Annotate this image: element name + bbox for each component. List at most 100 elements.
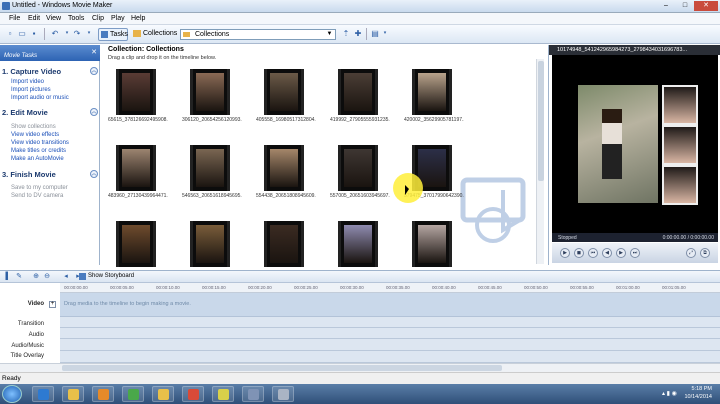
clip-item[interactable]	[404, 221, 460, 276]
taskbar-app-button[interactable]	[152, 386, 174, 402]
redo-icon[interactable]: ↷	[72, 28, 82, 39]
clip-item[interactable]: 557005_20651603945697...	[330, 145, 390, 200]
clip-item[interactable]: 483960_27130439964471...	[108, 145, 168, 200]
menu-view[interactable]: View	[46, 15, 61, 22]
taskbar-app-button[interactable]	[242, 386, 264, 402]
clip-item[interactable]	[330, 221, 386, 276]
save-project-icon[interactable]: ▪	[29, 28, 39, 39]
take-picture-icon[interactable]: ⧉	[700, 248, 710, 258]
play-icon[interactable]: ▶	[560, 248, 570, 258]
show-storyboard-button[interactable]: Show Storyboard	[79, 273, 134, 280]
menu-clip[interactable]: Clip	[92, 15, 104, 22]
menu-tools[interactable]: Tools	[68, 15, 84, 22]
fullscreen-icon[interactable]: ⤢	[686, 248, 696, 258]
clip-item[interactable]	[256, 221, 312, 276]
menu-edit[interactable]: Edit	[28, 15, 40, 22]
narrate-timeline-icon[interactable]: ✎	[15, 273, 23, 281]
timeline-ruler[interactable]: 00:00:00.00 00:00:05.00 00:00:10.00 00:00:1…	[60, 283, 720, 293]
timeline-scrollbar[interactable]	[0, 363, 720, 372]
new-collection-icon[interactable]: ✚	[353, 28, 363, 39]
rewind-timeline-icon[interactable]: ◂	[62, 273, 70, 281]
transition-track[interactable]	[60, 317, 720, 328]
audio-track[interactable]	[60, 328, 720, 339]
clip-thumbnail	[116, 69, 156, 115]
start-button[interactable]	[2, 385, 22, 403]
open-project-icon[interactable]: ▭	[17, 28, 27, 39]
preview-side-photo	[662, 165, 698, 205]
collections-dropdown-value: Collections	[195, 31, 230, 38]
zoom-in-icon[interactable]: ⊕	[32, 273, 40, 281]
view-video-effects-link[interactable]: View video effects	[11, 132, 59, 138]
menu-file[interactable]: File	[9, 15, 20, 22]
menu-help[interactable]: Help	[131, 15, 145, 22]
clip-item[interactable]: 546563_20651618945695...	[182, 145, 242, 200]
clip-item[interactable]: 420002_35629905781197...	[404, 69, 464, 124]
close-button[interactable]: ✕	[694, 1, 718, 11]
stop-icon[interactable]: ◼	[574, 248, 584, 258]
next-frame-icon[interactable]: ⏭	[630, 248, 640, 258]
scrollbar-thumb[interactable]	[62, 365, 502, 371]
clip-item[interactable]	[108, 221, 164, 276]
taskbar-app-button[interactable]	[212, 386, 234, 402]
expand-video-track-icon[interactable]: +	[49, 301, 56, 308]
minimize-button[interactable]: –	[656, 1, 676, 11]
audio-music-track[interactable]	[60, 339, 720, 351]
clip-item[interactable]	[182, 221, 238, 276]
clip-item[interactable]: 419992_27905555931235...	[330, 69, 390, 124]
import-audio-link[interactable]: Import audio or music	[11, 95, 69, 101]
new-project-icon[interactable]: ▫	[5, 28, 15, 39]
views-dropdown-icon[interactable]: ▾	[380, 28, 390, 39]
show-collections-link[interactable]: Show collections	[11, 124, 56, 130]
title-overlay-track[interactable]	[60, 351, 720, 363]
edit-movie-section-header[interactable]: 2. Edit Movie ︽	[2, 108, 98, 118]
collapse-chevron-icon[interactable]: ︽	[90, 108, 98, 116]
previous-frame-icon[interactable]: ⏮	[588, 248, 598, 258]
make-automovie-link[interactable]: Make an AutoMovie	[11, 156, 64, 162]
track-label-audio: Audio	[28, 332, 44, 338]
views-icon[interactable]: ▤	[370, 28, 380, 39]
tasks-button[interactable]: Tasks	[98, 28, 128, 41]
redo-dropdown-icon[interactable]: ▾	[84, 28, 94, 39]
forward-icon[interactable]: ▶	[616, 248, 626, 258]
set-audio-levels-icon[interactable]: ▌	[4, 273, 12, 281]
taskbar-app-button[interactable]	[182, 386, 204, 402]
clip-item[interactable]: 405558_16980517312804...	[256, 69, 316, 124]
send-to-dv-camera-link[interactable]: Send to DV camera	[11, 193, 63, 199]
taskbar-app-button[interactable]	[122, 386, 144, 402]
rewind-icon[interactable]: ◀	[602, 248, 612, 258]
zoom-out-icon[interactable]: ⊖	[43, 273, 51, 281]
clip-thumbnail	[338, 69, 378, 115]
taskbar-app-button[interactable]	[32, 386, 54, 402]
taskbar-app-button[interactable]	[62, 386, 84, 402]
tasks-icon	[101, 31, 108, 38]
import-pictures-link[interactable]: Import pictures	[11, 87, 51, 93]
make-titles-link[interactable]: Make titles or credits	[11, 148, 66, 154]
clip-item[interactable]: 65615_378126692495908...	[108, 69, 168, 124]
undo-icon[interactable]: ↶	[50, 28, 60, 39]
preview-monitor: 10174948_541242965984273_279843403169678…	[548, 45, 720, 265]
clip-item[interactable]: 306120_20654256120993...	[182, 69, 242, 124]
collection-scrollbar[interactable]	[536, 59, 544, 264]
scrollbar-thumb[interactable]	[538, 61, 544, 181]
collection-up-icon[interactable]: ⇡	[341, 28, 351, 39]
taskbar-app-button[interactable]	[92, 386, 114, 402]
finish-movie-section-header[interactable]: 3. Finish Movie ︽	[2, 170, 98, 180]
save-to-computer-link[interactable]: Save to my computer	[11, 185, 68, 191]
capture-video-section-header[interactable]: 1. Capture Video ︽	[2, 67, 98, 77]
clip-item[interactable]: 554438_20651808945609...	[256, 145, 316, 200]
video-track[interactable]: Drag media to the timeline to begin maki…	[60, 293, 720, 317]
tray-icons[interactable]: ▴ ▮ ◉	[662, 390, 677, 397]
close-pane-icon[interactable]: ✕	[91, 48, 97, 56]
undo-dropdown-icon[interactable]: ▾	[62, 28, 72, 39]
menu-play[interactable]: Play	[111, 15, 125, 22]
maximize-button[interactable]: □	[676, 1, 694, 11]
collapse-chevron-icon[interactable]: ︽	[90, 170, 98, 178]
ruler-tick-label: 00:00:55.00	[570, 285, 594, 290]
view-video-transitions-link[interactable]: View video transitions	[11, 140, 69, 146]
ruler-tick-label: 00:01:05.00	[662, 285, 686, 290]
taskbar-app-button[interactable]	[272, 386, 294, 402]
collections-dropdown[interactable]: Collections ▼	[180, 29, 336, 40]
collapse-chevron-icon[interactable]: ︽	[90, 67, 98, 75]
collections-button[interactable]: Collections	[131, 28, 177, 41]
import-video-link[interactable]: Import video	[11, 79, 44, 85]
